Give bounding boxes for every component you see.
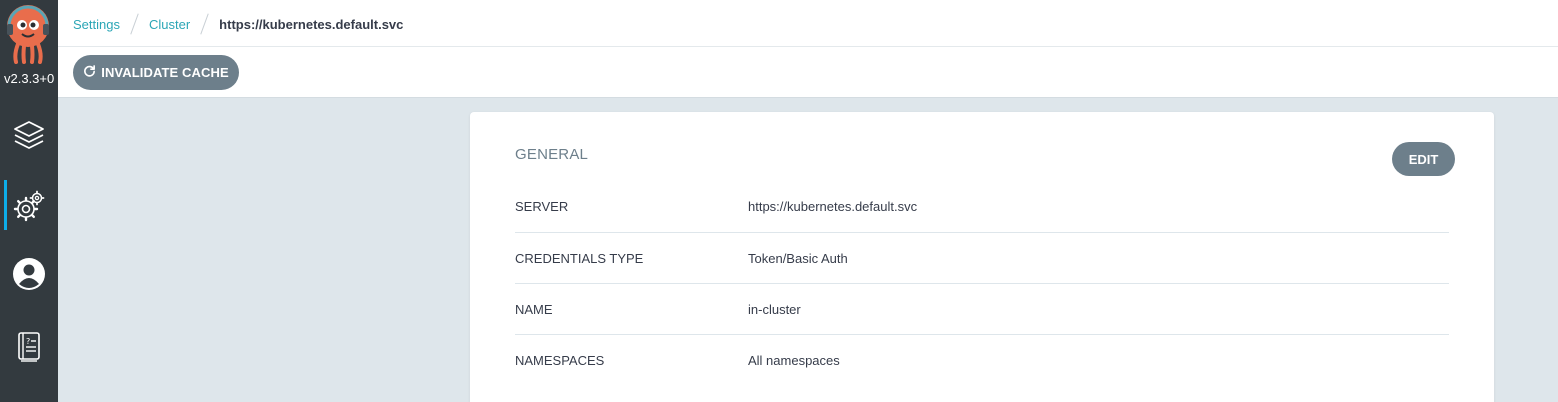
sidebar-item-applications[interactable] [0, 107, 58, 163]
user-circle-icon [12, 257, 46, 291]
app-version: v2.3.3+0 [4, 71, 55, 86]
edit-button[interactable]: EDIT [1392, 142, 1455, 176]
help-book-icon: ? [16, 331, 42, 363]
breadcrumb-cluster[interactable]: Cluster [149, 17, 190, 32]
svg-text:?: ? [26, 337, 30, 346]
sidebar: v2.3.3+0 ? [0, 0, 58, 402]
detail-row-server: SERVER https://kubernetes.default.svc [515, 181, 1449, 232]
row-label: NAMESPACES [515, 352, 605, 368]
row-value: Token/Basic Auth [748, 250, 848, 266]
row-label: NAME [515, 301, 553, 317]
toolbar: INVALIDATE CACHE [58, 47, 1558, 98]
sidebar-item-user-info[interactable] [0, 246, 58, 302]
sidebar-item-documentation[interactable]: ? [0, 319, 58, 375]
general-card: GENERAL EDIT SERVER https://kubernetes.d… [470, 112, 1494, 402]
top-bar: Settings Cluster https://kubernetes.defa… [58, 0, 1558, 47]
breadcrumb-separator [200, 13, 209, 35]
card-title: GENERAL [515, 146, 589, 163]
detail-row-credentials-type: CREDENTIALS TYPE Token/Basic Auth [515, 232, 1449, 283]
row-value: All namespaces [748, 352, 840, 368]
sidebar-item-settings[interactable] [0, 178, 58, 234]
layers-icon [12, 118, 46, 152]
detail-row-name: NAME in-cluster [515, 283, 1449, 334]
breadcrumb-separator [130, 13, 139, 35]
gears-icon [12, 189, 46, 223]
breadcrumb-current: https://kubernetes.default.svc [219, 16, 404, 32]
invalidate-cache-button[interactable]: INVALIDATE CACHE [73, 55, 239, 90]
argo-logo-icon[interactable] [4, 4, 52, 64]
breadcrumb: Settings Cluster https://kubernetes.defa… [73, 13, 403, 35]
row-label: CREDENTIALS TYPE [515, 250, 644, 266]
breadcrumb-settings[interactable]: Settings [73, 17, 120, 32]
row-value: https://kubernetes.default.svc [748, 199, 918, 214]
detail-row-namespaces: NAMESPACES All namespaces [515, 334, 1449, 385]
row-label: SERVER [515, 199, 569, 214]
refresh-icon [83, 64, 96, 81]
invalidate-cache-label: INVALIDATE CACHE [101, 65, 229, 80]
row-value: in-cluster [748, 301, 801, 317]
